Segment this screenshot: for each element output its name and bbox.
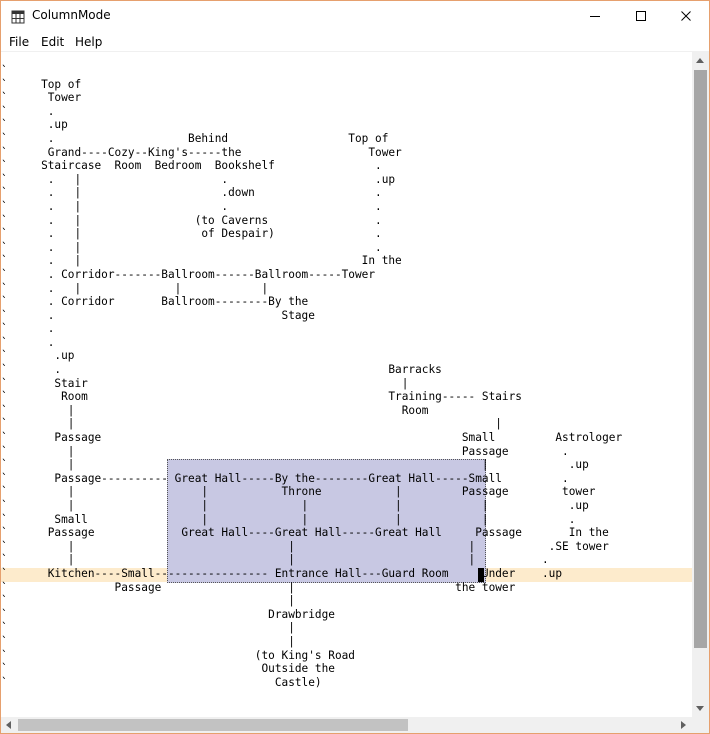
app-window: ColumnMode File Edit Help ` ` Top of ` T… [0,0,710,734]
vertical-scrollbar[interactable] [692,52,709,717]
text-editor[interactable]: ` ` Top of ` Tower ` . ` .up ` . Behind … [1,52,692,717]
close-icon [681,11,691,21]
minimize-icon [590,16,600,17]
scrollbar-corner [692,717,709,733]
scroll-up-arrow-icon[interactable] [696,58,704,63]
editor-text[interactable]: ` ` Top of ` Tower ` . ` .up ` . Behind … [1,64,622,689]
scroll-down-arrow-icon[interactable] [696,706,704,711]
horizontal-scroll-thumb[interactable] [18,719,408,731]
maximize-button[interactable] [618,1,664,31]
title-bar[interactable]: ColumnMode [1,1,709,31]
menu-edit[interactable]: Edit [41,35,64,49]
minimize-button[interactable] [572,1,618,31]
vertical-scroll-thumb[interactable] [694,70,707,648]
menu-bar: File Edit Help [1,32,709,52]
window-title: ColumnMode [32,8,111,22]
app-grid-icon [11,9,25,24]
horizontal-scrollbar[interactable] [1,717,692,733]
menu-help[interactable]: Help [75,35,102,49]
maximize-icon [636,11,646,21]
close-button[interactable] [663,1,709,31]
scroll-left-arrow-icon[interactable] [6,721,11,729]
menu-file[interactable]: File [9,35,29,49]
text-caret [478,568,484,582]
scroll-right-arrow-icon[interactable] [681,721,686,729]
